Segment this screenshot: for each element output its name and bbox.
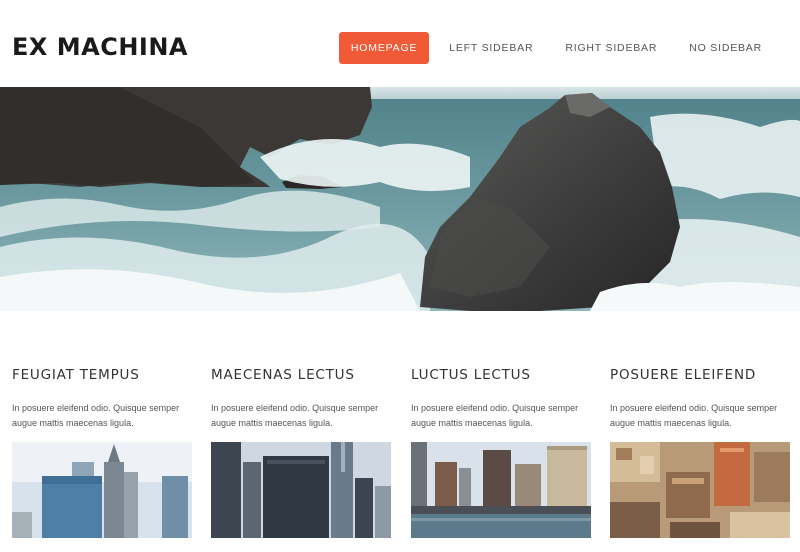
feature-title[interactable]: FEUGIAT TEMPUS [12,367,140,383]
feature-image-skyline[interactable] [12,442,192,538]
feature-text: In posuere eleifend odio. Quisque semper… [610,403,778,428]
feature-image-towers[interactable] [211,442,391,538]
nav-homepage[interactable]: HOMEPAGE [338,32,430,64]
main-nav: HOMEPAGE LEFT SIDEBAR RIGHT SIDEBAR NO S… [338,32,778,64]
feature-title[interactable]: LUCTUS LECTUS [411,367,531,383]
feature-image-aerial-city[interactable] [610,442,790,538]
feature-image-waterfront[interactable] [411,442,591,538]
hero-banner-image [0,87,800,311]
features-section: FEUGIAT TEMPUS In posuere eleifend odio.… [0,311,800,552]
feature-text: In posuere eleifend odio. Quisque semper… [211,403,379,428]
nav-right-sidebar[interactable]: RIGHT SIDEBAR [549,32,673,64]
nav-left-sidebar[interactable]: LEFT SIDEBAR [433,32,549,64]
site-header: EX MACHINA HOMEPAGE LEFT SIDEBAR RIGHT S… [0,0,800,87]
nav-no-sidebar[interactable]: NO SIDEBAR [673,32,778,64]
feature-title[interactable]: MAECENAS LECTUS [211,367,355,383]
sea-rocks-illustration [0,87,800,311]
feature-title[interactable]: POSUERE ELEIFEND [610,367,756,383]
feature-text: In posuere eleifend odio. Quisque semper… [411,403,579,428]
feature-text: In posuere eleifend odio. Quisque semper… [12,403,180,428]
site-logo[interactable]: EX MACHINA [12,33,188,61]
